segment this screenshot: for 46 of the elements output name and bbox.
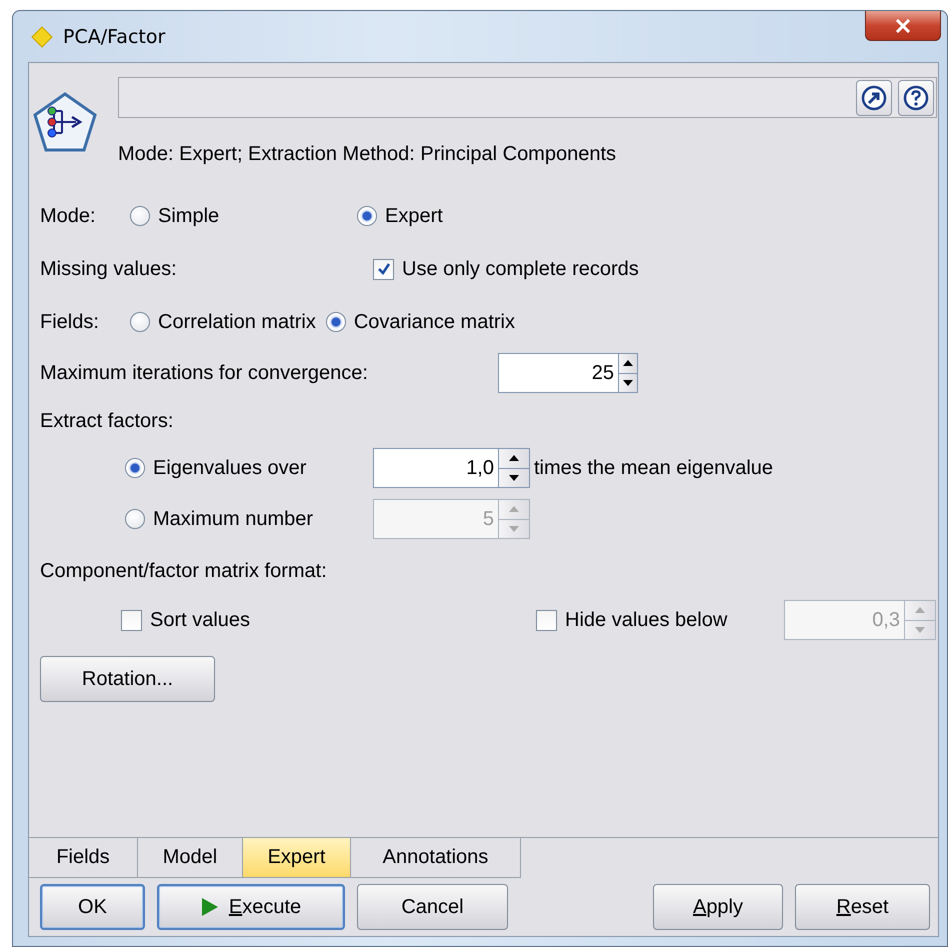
radio-label: Expert (385, 204, 443, 228)
tab[interactable]: Expert (243, 838, 351, 878)
radio-button[interactable] (357, 206, 377, 226)
radio-button[interactable] (130, 206, 150, 226)
radio-label: Covariance matrix (354, 310, 515, 334)
execute-button[interactable]: Execute (157, 884, 345, 930)
checkmark-icon (376, 261, 392, 277)
window-title: PCA/Factor (63, 26, 166, 48)
matrix-format-label: Component/factor matrix format: (40, 560, 327, 582)
checkbox-label: Use only complete records (402, 258, 639, 280)
tab[interactable]: Model (138, 838, 243, 878)
dialog-button[interactable]: Apply (653, 884, 783, 930)
diamond-icon (31, 26, 53, 48)
fields-label: Fields: (40, 310, 100, 334)
mode-label: Mode: (40, 204, 97, 228)
open-external-button[interactable] (856, 80, 892, 116)
rotation-button[interactable]: Rotation... (40, 656, 215, 702)
dialog-button[interactable]: OK (40, 884, 145, 930)
close-icon (895, 18, 911, 32)
close-button[interactable] (865, 11, 941, 41)
missing-values-label: Missing values: (40, 258, 178, 280)
number-spinner[interactable]: 25 (498, 353, 638, 393)
suffix-label: times the mean eigenvalue (534, 456, 774, 480)
play-icon (200, 897, 219, 917)
checkbox-label: Hide values below (565, 608, 728, 632)
radio-label: Simple (158, 204, 220, 228)
tab[interactable]: Annotations (351, 838, 521, 878)
help-button[interactable] (898, 80, 934, 116)
dialog-button[interactable]: Cancel (357, 884, 508, 930)
dialog-button[interactable]: Reset (795, 884, 930, 930)
checkbox[interactable] (121, 610, 142, 630)
help-icon (903, 84, 929, 110)
checkbox-label: Sort values (150, 608, 250, 632)
node-icon (32, 91, 98, 153)
mode-summary: Mode: Expert; Extraction Method: Principal Components (118, 143, 618, 166)
radio-button[interactable] (125, 458, 145, 478)
radio-label: Eigenvalues over (153, 456, 306, 480)
radio-button[interactable] (130, 312, 150, 332)
radio-label: Correlation matrix (158, 310, 316, 334)
radio-button[interactable] (326, 312, 346, 332)
tab[interactable]: Fields (29, 838, 138, 878)
extract-factors-label: Extract factors: (40, 410, 174, 432)
number-spinner[interactable]: 1,0 (373, 448, 530, 488)
checkbox[interactable] (373, 258, 394, 280)
radio-label: Maximum number (153, 508, 314, 530)
max-iterations-label: Maximum iterations for convergence: (40, 362, 369, 384)
